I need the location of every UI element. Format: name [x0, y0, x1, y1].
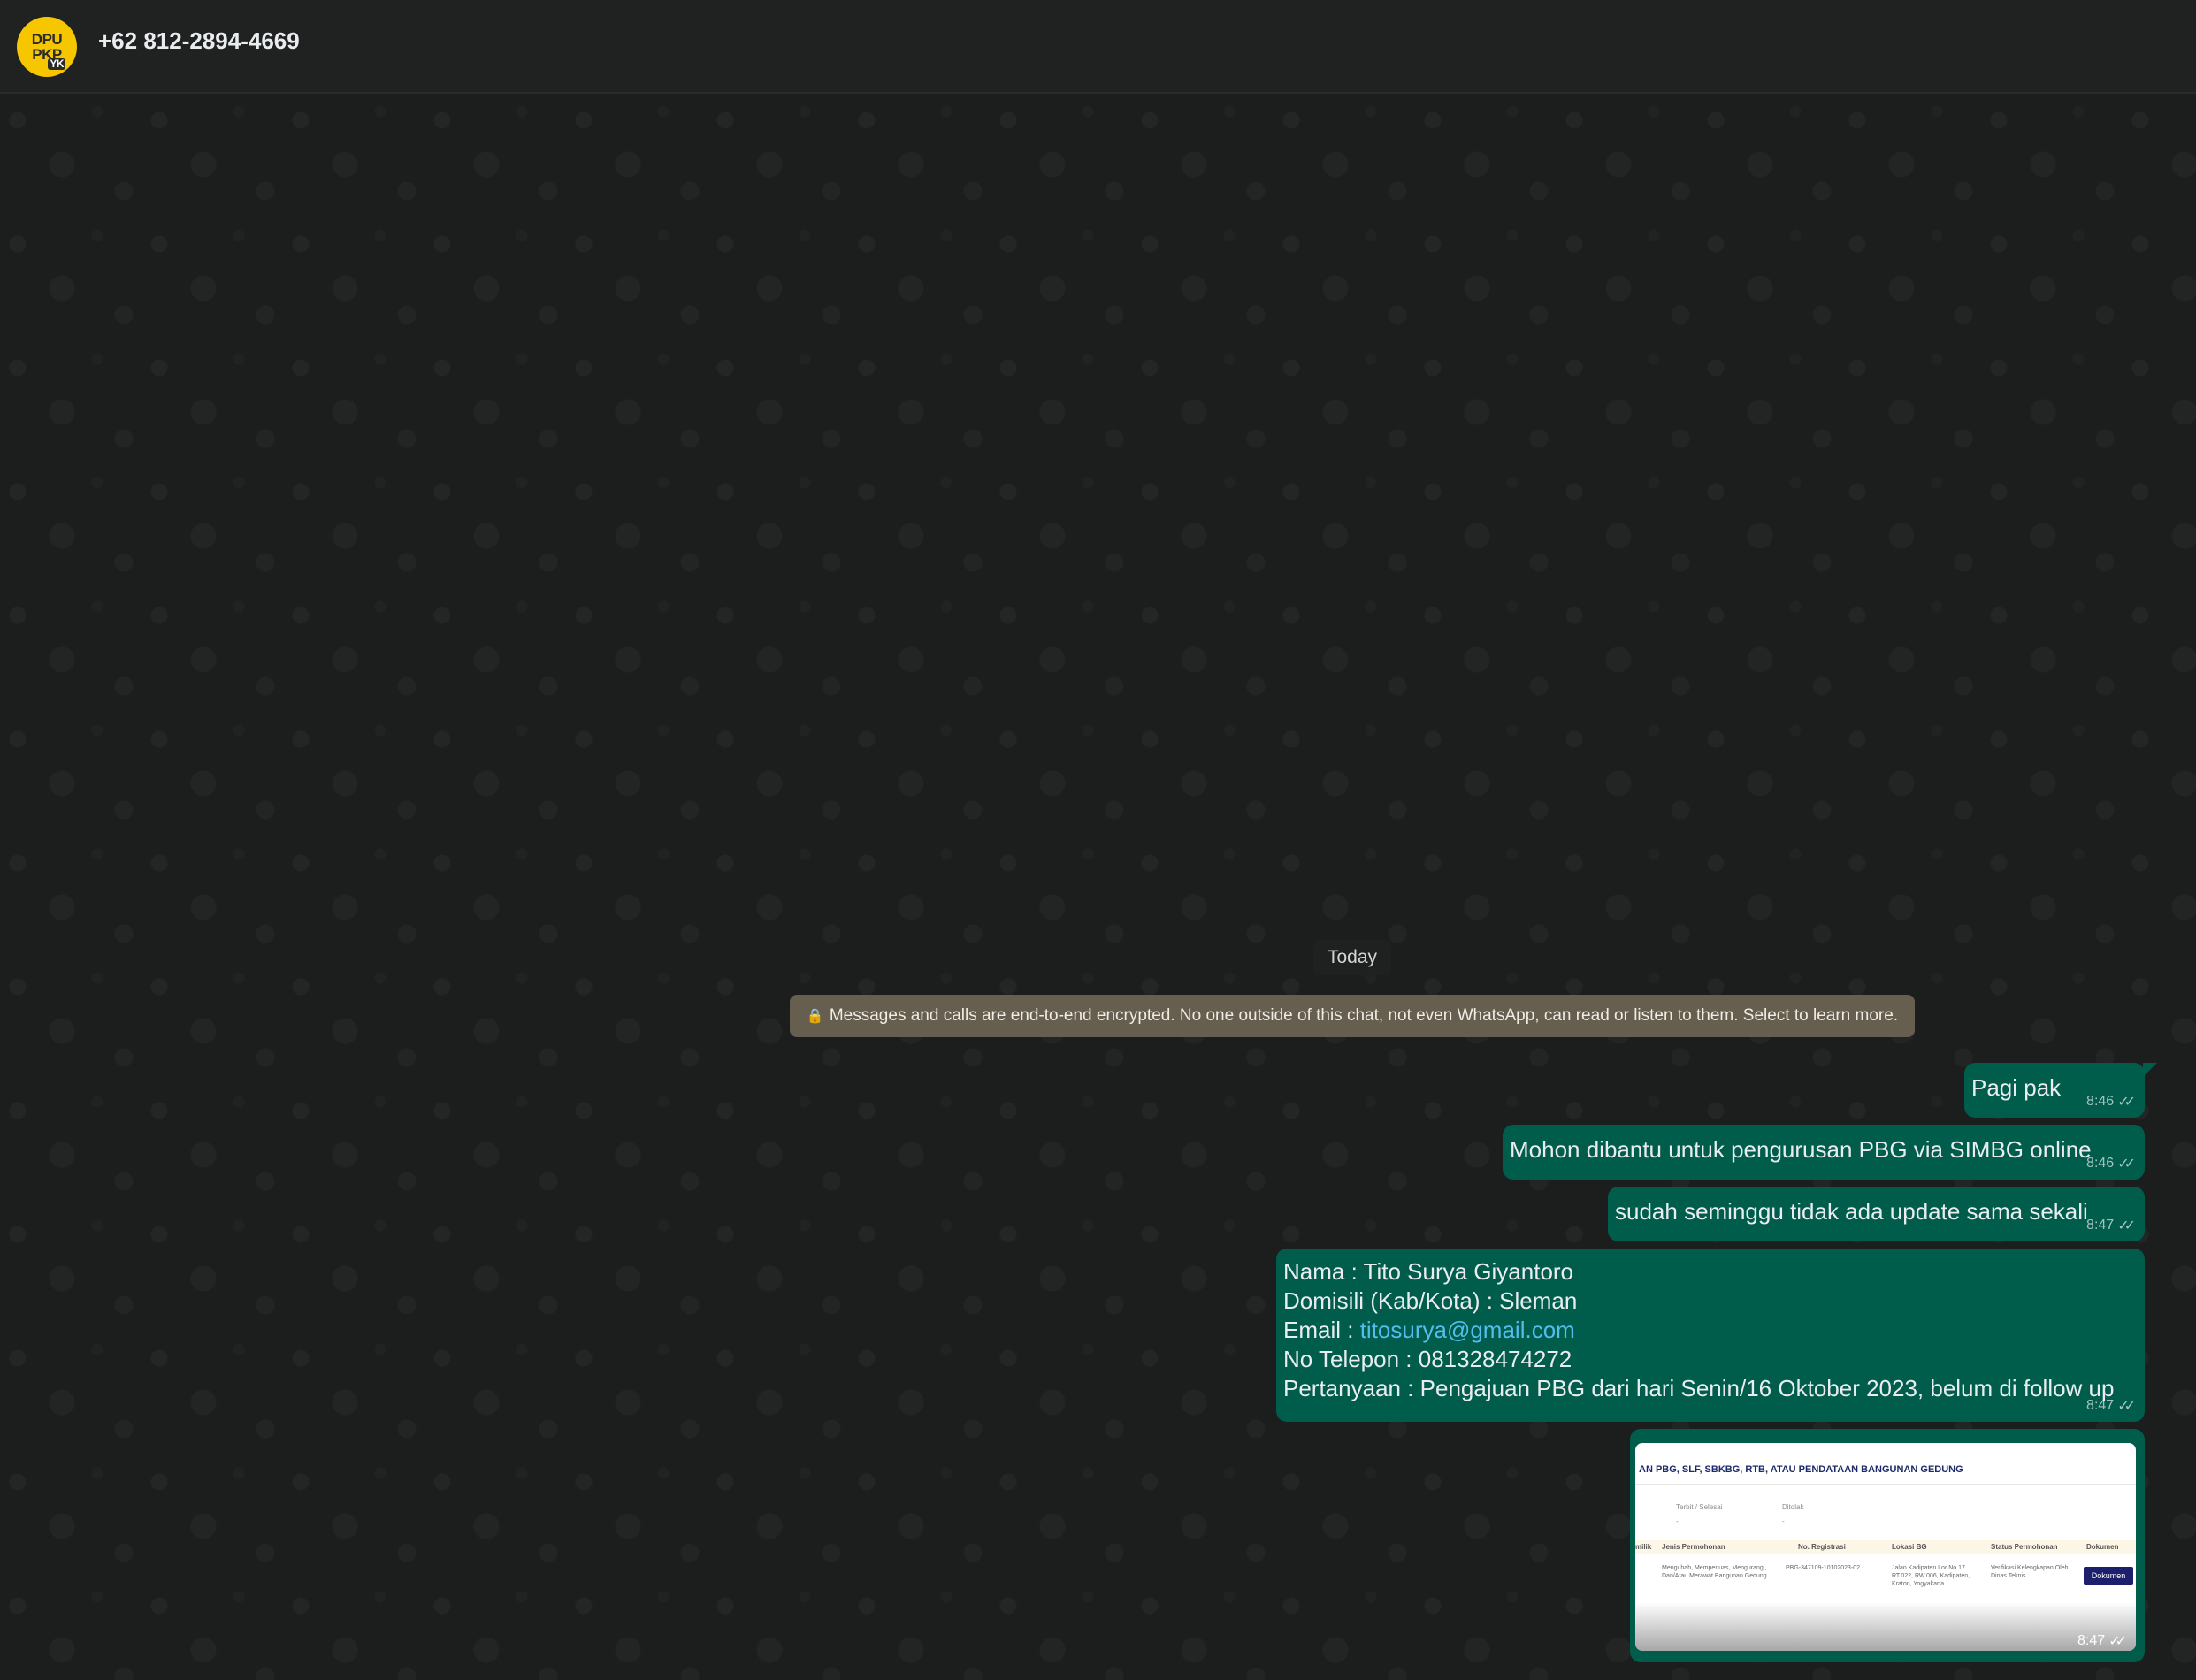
doc-col-header: Status Permohonan [1991, 1543, 2058, 1551]
message-line-telepon: No Telepon : 081328474272 [1283, 1346, 1572, 1372]
contact-name[interactable]: +62 812-2894-4669 [98, 27, 300, 55]
message-text: Pagi pak [1971, 1074, 2062, 1101]
message-text-block: Nama : Tito Surya Giyantoro Domisili (Ka… [1283, 1257, 2114, 1403]
image-message-bubble[interactable]: AN PBG, SLF, SBKBG, RTB, ATAU PENDATAAN … [1630, 1429, 2145, 1662]
doc-col-header: No. Registrasi [1798, 1543, 1846, 1551]
doc-cell: Jalan Kadipaten Lor No.17 RT.022, RW.006… [1892, 1565, 1970, 1587]
contact-avatar[interactable]: DPU PKP YK [17, 17, 77, 77]
email-label: Email : [1283, 1317, 1360, 1343]
message-time: 8:46 [2086, 1156, 2115, 1171]
doc-cell: Verifikasi Kelengkapan Oleh Dinas Teknis [1991, 1565, 2069, 1579]
image-message-meta: 8:47 ✓✓ [2077, 1632, 2127, 1650]
doc-cell: PBG-347109-10102023-02 [1786, 1565, 1861, 1571]
doc-cell: Mengubah, Memperluas, Mengurangi, Dan/At… [1662, 1565, 1767, 1579]
doc-col-header: Dokumen [2086, 1543, 2119, 1551]
double-check-icon: ✓✓ [2117, 1399, 2136, 1414]
message-line-nama: Nama : Tito Surya Giyantoro [1283, 1258, 1574, 1285]
message-meta: 8:46 ✓✓ [2086, 1155, 2136, 1172]
doc-filter-label: Ditolak [1782, 1503, 1804, 1511]
doc-col-header: Lokasi BG [1892, 1543, 1927, 1551]
avatar-badge: YK [48, 57, 65, 70]
image-shade [1635, 1602, 2136, 1651]
image-message-thumbnail[interactable]: AN PBG, SLF, SBKBG, RTB, ATAU PENDATAAN … [1635, 1443, 2136, 1651]
message-meta: 8:46 ✓✓ [2086, 1093, 2136, 1111]
message-line-email: Email : titosurya@gmail.com [1283, 1316, 2114, 1345]
lock-icon: 🔒 [806, 1009, 824, 1024]
encryption-notice-text: Messages and calls are end-to-end encryp… [829, 1006, 1899, 1025]
doc-col-header: Jenis Permohonan [1662, 1543, 1725, 1551]
doc-title: AN PBG, SLF, SBKBG, RTB, ATAU PENDATAAN … [1639, 1464, 1963, 1475]
date-divider-label: Today [1313, 940, 1391, 975]
avatar-text-top: DPU [31, 31, 63, 48]
doc-filter-value: - [1782, 1517, 1785, 1525]
whatsapp-chat-window: DPU PKP YK +62 812-2894-4669 Today Today… [0, 0, 2196, 1680]
message-bubble[interactable]: Mohon dibantu untuk pengurusan PBG via S… [1503, 1125, 2145, 1180]
doc-dokumen-button: Dokumen [2084, 1567, 2133, 1585]
doc-col-header: milik [1635, 1543, 1652, 1551]
message-text: sudah seminggu tidak ada update sama sek… [1615, 1198, 2088, 1225]
message-time: 8:47 [2077, 1633, 2106, 1648]
double-check-icon: ✓✓ [2117, 1218, 2136, 1233]
doc-filter-label: Terbit / Selesai [1676, 1503, 1723, 1511]
message-meta: 8:47 ✓✓ [2086, 1397, 2136, 1415]
double-check-icon: ✓✓ [2117, 1095, 2136, 1110]
message-time: 8:47 [2086, 1398, 2115, 1413]
message-time: 8:47 [2086, 1218, 2115, 1233]
message-text: Mohon dibantu untuk pengurusan PBG via S… [1510, 1136, 2092, 1163]
message-bubble[interactable]: Pagi pak 8:46 ✓✓ [1964, 1063, 2157, 1118]
chat-header[interactable]: DPU PKP YK +62 812-2894-4669 [0, 0, 2196, 94]
message-line-domisili: Domisili (Kab/Kota) : Sleman [1283, 1287, 1578, 1314]
double-check-icon: ✓✓ [2117, 1157, 2136, 1172]
message-bubble[interactable]: sudah seminggu tidak ada update sama sek… [1608, 1187, 2145, 1241]
email-link[interactable]: titosurya@gmail.com [1360, 1317, 1575, 1343]
doc-filter-value: - [1676, 1517, 1679, 1525]
double-check-icon: ✓✓ [2108, 1634, 2127, 1649]
message-meta: 8:47 ✓✓ [2086, 1217, 2136, 1234]
encryption-notice[interactable]: 🔒 Messages and calls are end-to-end encr… [790, 995, 1915, 1037]
message-line-pertanyaan: Pertanyaan : Pengajuan PBG dari hari Sen… [1283, 1375, 2115, 1401]
bubble-tail [2143, 1063, 2157, 1077]
message-bubble[interactable]: Nama : Tito Surya Giyantoro Domisili (Ka… [1276, 1249, 2145, 1422]
message-time: 8:46 [2086, 1094, 2115, 1109]
doc-divider [1635, 1484, 2136, 1485]
